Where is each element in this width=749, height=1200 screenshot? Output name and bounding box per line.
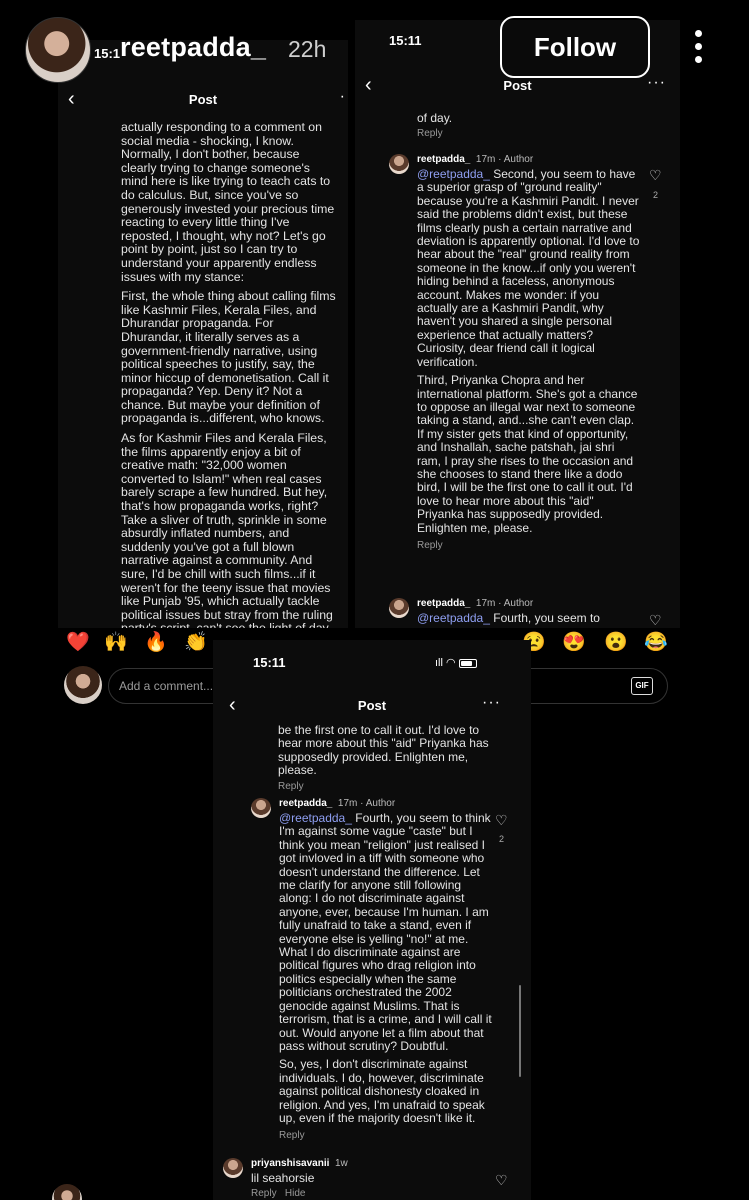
avatar[interactable] xyxy=(389,154,409,174)
comment-author[interactable]: reetpadda_ xyxy=(417,598,470,609)
scrollbar[interactable] xyxy=(519,985,521,1077)
comment-paragraph: Second, you seem to have a superior gras… xyxy=(417,167,640,369)
comment-meta: 17m · Author xyxy=(475,154,534,165)
clap-emoji-icon[interactable]: 👏 xyxy=(184,630,208,654)
comment-fragment: of day. xyxy=(417,111,453,125)
reply-link[interactable]: Reply xyxy=(279,1130,493,1141)
story-avatar[interactable] xyxy=(25,17,91,83)
comment-body: lil seahorsie xyxy=(251,1171,315,1185)
screenshot-2: 15:11 ‹ Post ··· of day. Reply reetpadda… xyxy=(355,20,680,628)
comment-header: reetpadda_ 17m · Author xyxy=(417,598,641,609)
comment: reetpadda_ 17m · Author @reetpadda_ Seco… xyxy=(389,154,641,551)
comment-paragraph: Fourth, you seem to think I'm against so… xyxy=(279,811,492,1053)
comment-author[interactable]: reetpadda_ xyxy=(417,154,470,165)
reply-link[interactable]: Reply xyxy=(251,1188,277,1199)
add-comment-placeholder: Add a comment... xyxy=(119,679,214,693)
nav-bar: ‹ Post · xyxy=(58,86,348,116)
nav-bar: ‹ Post ··· xyxy=(213,692,531,722)
comment-header: priyanshisavanii 1w xyxy=(251,1158,493,1169)
comment-paragraph: Third, Priyanka Chopra and her internati… xyxy=(417,373,638,535)
story-menu-icon[interactable] xyxy=(690,30,706,70)
laughing-emoji-icon[interactable]: 😂 xyxy=(644,630,668,654)
heart-emoji-icon[interactable]: ❤️ xyxy=(66,630,90,654)
comment-fragment: be the first one to call it out. I'd lov… xyxy=(278,723,489,778)
comment: priyanshisavanii 1w lil seahorsie Reply … xyxy=(223,1158,493,1199)
comment-header: reetpadda_ 17m · Author xyxy=(417,154,641,165)
reply-link[interactable]: Reply xyxy=(417,128,667,139)
wifi-icon: ◠ xyxy=(446,657,456,669)
status-time: 15:11 xyxy=(253,655,286,670)
comment-meta: 1w xyxy=(334,1158,348,1169)
gif-icon[interactable]: GIF xyxy=(631,677,653,695)
my-avatar xyxy=(64,666,102,704)
nav-title: Post xyxy=(188,92,218,107)
heart-eyes-emoji-icon[interactable]: 😍 xyxy=(562,630,586,654)
nav-title: Post xyxy=(503,78,532,93)
post-caption: actually responding to a comment on soci… xyxy=(121,120,336,628)
story-time-ago: 22h xyxy=(288,36,327,62)
more-dots-icon[interactable]: ··· xyxy=(482,694,501,712)
follow-button[interactable]: Follow xyxy=(500,16,650,78)
caption-paragraph: actually responding to a comment on soci… xyxy=(121,120,335,284)
surprised-emoji-icon[interactable]: 😮 xyxy=(604,630,628,654)
fire-emoji-icon[interactable]: 🔥 xyxy=(144,630,168,654)
caption-paragraph: First, the whole thing about calling fil… xyxy=(121,289,336,426)
screenshot-3: 15:11 ıll ◠ ‹ Post ··· be the first one … xyxy=(213,640,531,1200)
mention-link[interactable]: @reetpadda_ xyxy=(417,611,490,625)
comment-header: reetpadda_ 17m · Author xyxy=(279,798,493,809)
heart-icon[interactable]: ♡ xyxy=(495,1172,508,1189)
comment: reetpadda_ 17m · Author @reetpadda_ Four… xyxy=(389,598,641,625)
comment-author[interactable]: reetpadda_ xyxy=(279,798,332,809)
avatar[interactable] xyxy=(389,598,409,618)
comment: reetpadda_ 17m · Author @reetpadda_ Four… xyxy=(251,798,493,1141)
hide-link[interactable]: Hide xyxy=(285,1188,306,1199)
comment-meta: 17m · Author xyxy=(475,598,534,609)
reply-link[interactable]: Reply xyxy=(278,781,493,792)
like-count: 2 xyxy=(653,190,659,200)
caption-paragraph: As for Kashmir Files and Kerala Files, t… xyxy=(121,431,333,628)
signal-icon: ıll xyxy=(435,657,443,669)
comment-snippet: Fourth, you seem to xyxy=(493,611,600,625)
heart-icon[interactable]: ♡ xyxy=(649,612,662,628)
comment-paragraph: So, yes, I don't discriminate against in… xyxy=(279,1057,485,1125)
raised-hands-emoji-icon[interactable]: 🙌 xyxy=(104,630,128,654)
avatar xyxy=(52,1184,82,1200)
mention-link[interactable]: @reetpadda_ xyxy=(417,167,490,181)
story-header: reetpadda_ 22h Follow xyxy=(0,0,749,83)
comment-body: @reetpadda_ Second, you seem to have a s… xyxy=(417,167,641,535)
like-count: 2 xyxy=(499,834,505,844)
heart-icon[interactable]: ♡ xyxy=(495,812,508,829)
reply-link[interactable]: Reply xyxy=(417,540,641,551)
comment-meta: 17m · Author xyxy=(337,798,396,809)
more-dots-icon[interactable]: · xyxy=(340,88,346,106)
mention-link[interactable]: @reetpadda_ xyxy=(279,811,352,825)
battery-icon xyxy=(458,658,477,668)
screenshot-1: 15:1 ‹ Post · actually responding to a c… xyxy=(58,40,348,628)
comment-actions: Reply Hide xyxy=(251,1188,493,1199)
heart-icon[interactable]: ♡ xyxy=(649,167,662,184)
story-username[interactable]: reetpadda_ xyxy=(120,32,266,63)
comment-body: @reetpadda_ Fourth, you seem to think I'… xyxy=(279,811,493,1125)
comment-author[interactable]: priyanshisavanii xyxy=(251,1158,329,1169)
comment-body: @reetpadda_ Fourth, you seem to xyxy=(417,611,641,625)
avatar[interactable] xyxy=(223,1158,243,1178)
status-icons: ıll ◠ xyxy=(435,656,477,669)
avatar[interactable] xyxy=(251,798,271,818)
